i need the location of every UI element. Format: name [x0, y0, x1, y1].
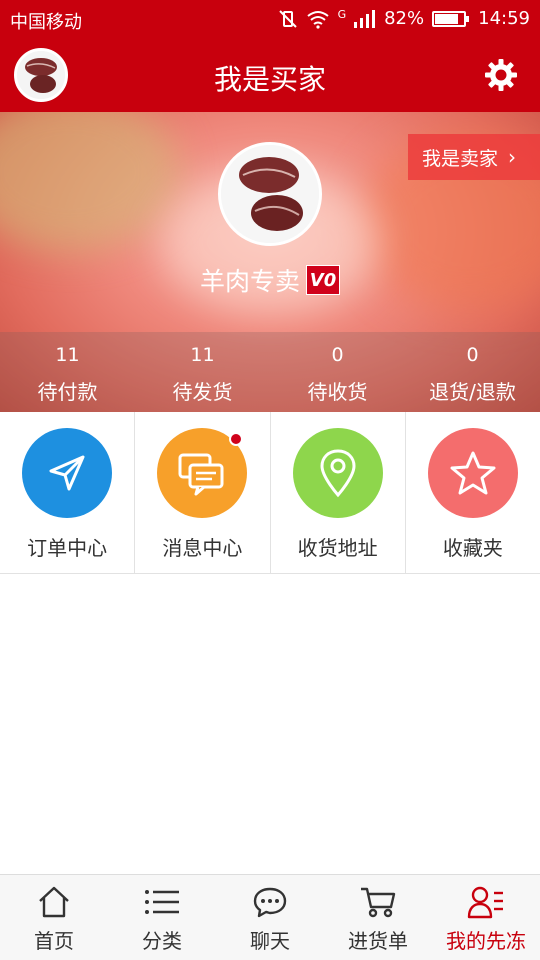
- order-stats: 11 待付款 11 待发货 0 待收货 0 退货/退款: [0, 332, 540, 412]
- menu-icon-circle: [427, 428, 518, 518]
- nav-label: 进货单: [348, 929, 408, 953]
- stat-count: 11: [55, 344, 80, 366]
- chevron-right-icon: ›: [508, 145, 517, 169]
- app-header: 我是买家: [0, 38, 540, 112]
- nav-label: 首页: [34, 929, 74, 953]
- menu-item-orders[interactable]: 订单中心: [0, 412, 136, 573]
- menu-grid: 订单中心 消息中心 收货地址 收藏夹: [0, 412, 540, 574]
- stat-label: 待付款: [37, 380, 98, 404]
- stat-count: 11: [190, 344, 215, 366]
- bottom-nav: 首页 分类 聊天 进货单 我的先冻: [0, 874, 540, 960]
- vibrate-off-icon: [278, 9, 297, 28]
- stat-label: 待收货: [307, 380, 368, 404]
- home-icon: [39, 886, 69, 918]
- stat-label: 待发货: [172, 380, 233, 404]
- shop-name-row: 羊肉专卖 V0: [0, 262, 540, 298]
- shop-name: 羊肉专卖: [199, 267, 300, 296]
- nav-purchase-list[interactable]: 进货单: [324, 875, 432, 960]
- nav-label: 我的先冻: [446, 929, 526, 953]
- status-bar: 中国移动 G 82% 14:59: [0, 0, 540, 38]
- switch-to-seller-button[interactable]: 我是卖家 ›: [408, 134, 540, 180]
- vip-level-badge: V0: [306, 265, 340, 295]
- stat-count: 0: [466, 344, 479, 366]
- stat-count: 0: [331, 344, 344, 366]
- chat-bubble-icon: [253, 887, 287, 918]
- nav-my-account[interactable]: 我的先冻: [432, 875, 540, 960]
- profile-avatar[interactable]: [218, 142, 322, 246]
- stat-returns-refunds[interactable]: 0 退货/退款: [405, 332, 540, 412]
- nav-label: 分类: [142, 929, 182, 953]
- cart-icon: [361, 887, 396, 918]
- menu-label: 消息中心: [162, 536, 243, 560]
- stat-pending-shipment[interactable]: 11 待发货: [135, 332, 270, 412]
- list-icon: [145, 890, 179, 914]
- star-icon: [450, 451, 496, 495]
- menu-icon-circle: [157, 428, 248, 518]
- stat-pending-payment[interactable]: 11 待付款: [0, 332, 135, 412]
- battery-percent: 82%: [384, 8, 425, 29]
- gear-icon[interactable]: [484, 58, 518, 92]
- nav-category[interactable]: 分类: [108, 875, 216, 960]
- menu-item-address[interactable]: 收货地址: [271, 412, 406, 573]
- location-pin-icon: [320, 449, 356, 498]
- paper-plane-icon: [49, 455, 85, 491]
- menu-item-messages[interactable]: 消息中心: [135, 412, 271, 573]
- clock: 14:59: [478, 8, 530, 29]
- notification-dot: [229, 432, 244, 446]
- signal-icon: [354, 9, 376, 28]
- menu-icon-circle: [292, 428, 383, 518]
- seller-button-label: 我是卖家: [422, 147, 499, 170]
- chat-icon: [178, 453, 224, 496]
- menu-item-favorites[interactable]: 收藏夹: [406, 412, 540, 573]
- menu-label: 收藏夹: [442, 536, 503, 560]
- battery-icon: [432, 10, 470, 27]
- stat-label: 退货/退款: [429, 380, 516, 404]
- menu-label: 订单中心: [27, 536, 108, 560]
- network-type: G: [337, 8, 347, 21]
- user-list-icon: [467, 886, 503, 919]
- nav-label: 聊天: [250, 929, 290, 953]
- wifi-icon: [306, 10, 329, 29]
- menu-icon-circle: [22, 428, 113, 518]
- nav-home[interactable]: 首页: [0, 875, 108, 960]
- profile-banner: 我是卖家 › 羊肉专卖 V0 11 待付款 11 待发货 0 待收货 0 退货/…: [0, 112, 540, 412]
- carrier-name: 中国移动: [10, 12, 82, 33]
- nav-chat[interactable]: 聊天: [216, 875, 324, 960]
- menu-label: 收货地址: [297, 536, 378, 560]
- page-title: 我是买家: [213, 63, 326, 96]
- stat-pending-receipt[interactable]: 0 待收货: [270, 332, 405, 412]
